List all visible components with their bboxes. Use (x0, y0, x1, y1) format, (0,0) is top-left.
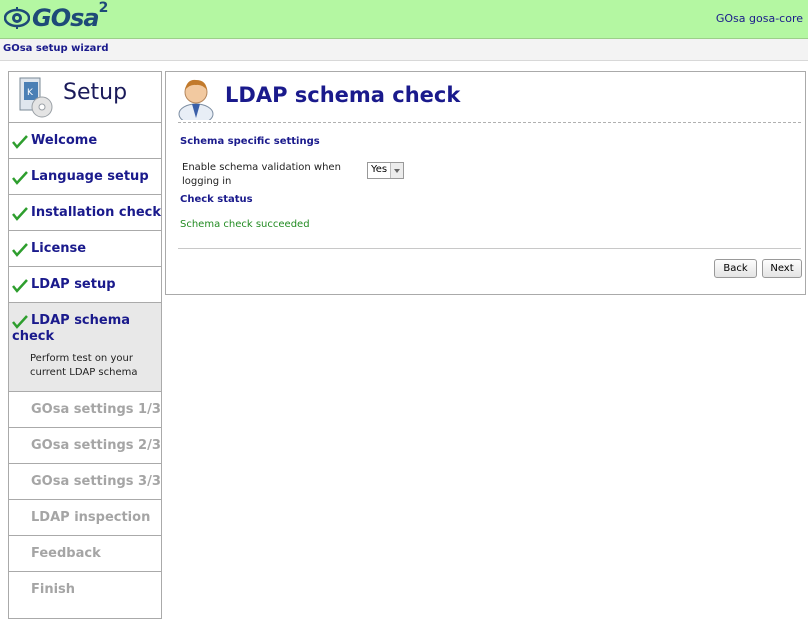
step-feedback: Feedback (9, 536, 161, 572)
setup-box-icon: K (19, 77, 53, 118)
check-status-title: Check status (180, 194, 253, 205)
step-label: GOsa settings 2/3 (31, 438, 161, 453)
validation-label: Enable schema validation when logging in (182, 162, 341, 187)
step-license[interactable]: License (9, 231, 161, 267)
step-label: License (31, 241, 87, 256)
next-button[interactable]: Next (762, 259, 802, 278)
step-finish: Finish (9, 572, 161, 608)
title-divider (178, 122, 801, 123)
select-value: Yes (371, 164, 388, 175)
setup-sidebar: K Setup Welcome Language setup Installat… (8, 71, 162, 619)
step-installation-check[interactable]: Installation check (9, 195, 161, 231)
step-label: GOsa settings 3/3 (31, 474, 161, 489)
check-result-text: Schema check succeeded (180, 219, 310, 230)
step-label: GOsa settings 1/3 (31, 402, 161, 417)
step-label: Finish (31, 582, 76, 597)
wizard-title-bar: GOsa setup wizard (0, 39, 808, 61)
step-label: Installation check (31, 205, 162, 220)
main-panel: LDAP schema check Schema specific settin… (165, 71, 806, 295)
step-language-setup[interactable]: Language setup (9, 159, 161, 195)
step-label: LDAP schema check (12, 313, 131, 344)
step-welcome[interactable]: Welcome (9, 123, 161, 159)
gosa-logo[interactable]: GOsa2 (4, 0, 108, 32)
schema-section-title: Schema specific settings (180, 136, 320, 147)
wizard-title: GOsa setup wizard (3, 43, 109, 54)
step-ldap-inspection: LDAP inspection (9, 500, 161, 536)
checkmark-icon (12, 243, 28, 257)
schema-validation-select[interactable]: Yes (367, 162, 404, 179)
step-gosa-settings-3: GOsa settings 3/3 (9, 464, 161, 500)
step-label: Language setup (31, 169, 149, 184)
step-label: Feedback (31, 546, 101, 561)
checkmark-icon (12, 171, 28, 185)
step-description: Perform test on your current LDAP schema (30, 353, 138, 378)
sidebar-header: K Setup (9, 72, 161, 123)
step-label: LDAP inspection (31, 510, 151, 525)
host-label: GOsa gosa-core (715, 12, 803, 25)
chevron-down-icon (390, 163, 403, 178)
step-ldap-schema-check[interactable]: LDAP schema check Perform test on your c… (9, 303, 161, 392)
sidebar-title: Setup (63, 80, 128, 105)
page-title: LDAP schema check (225, 83, 461, 107)
step-label: Welcome (31, 133, 98, 148)
back-button[interactable]: Back (714, 259, 757, 278)
step-gosa-settings-2: GOsa settings 2/3 (9, 428, 161, 464)
button-divider (178, 248, 801, 249)
checkmark-icon (12, 135, 28, 149)
user-icon (178, 79, 214, 120)
step-label: LDAP setup (31, 277, 116, 292)
step-ldap-setup[interactable]: LDAP setup (9, 267, 161, 303)
gosa-eye-icon (4, 7, 30, 29)
step-gosa-settings-1: GOsa settings 1/3 (9, 392, 161, 428)
checkmark-icon (12, 207, 28, 221)
logo-text: GOsa2 (32, 0, 108, 32)
checkmark-icon (12, 279, 28, 293)
top-header: GOsa2 GOsa gosa-core (0, 0, 808, 39)
